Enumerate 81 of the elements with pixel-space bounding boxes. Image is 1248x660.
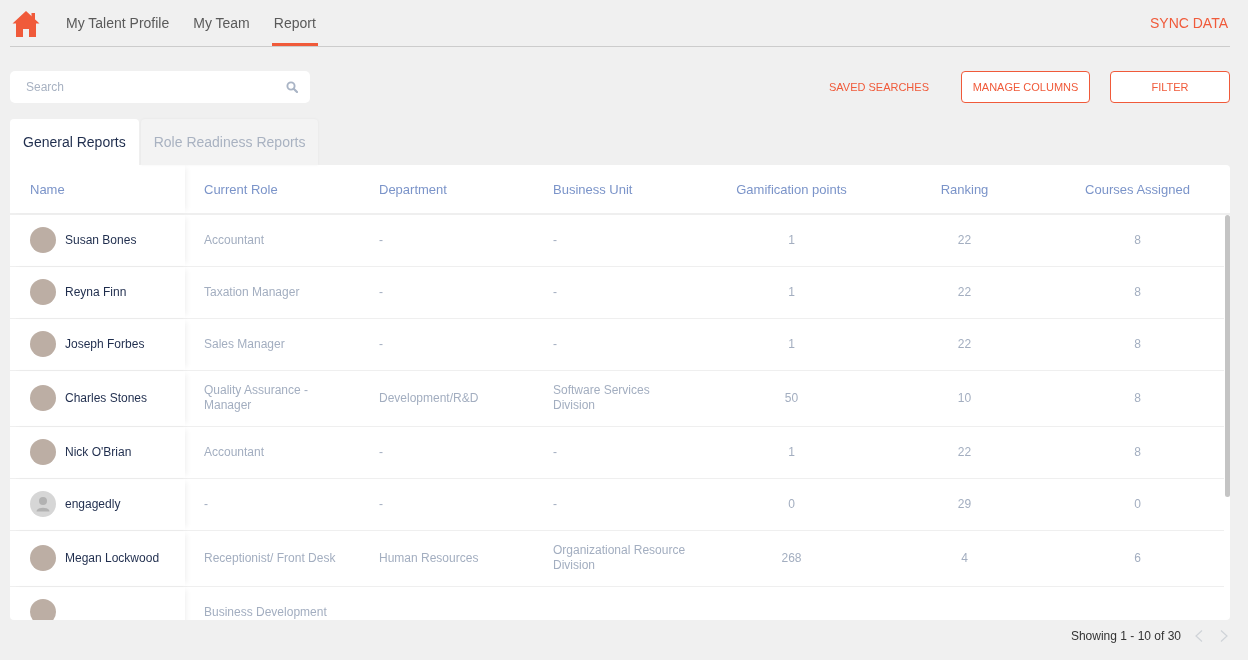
table-cell-text: Organizational Resource Division	[552, 542, 687, 574]
table-cell-text: 22	[956, 283, 973, 301]
table-cell-text: 0	[787, 495, 796, 513]
table-cell-text: 0	[1133, 495, 1142, 513]
nav-link[interactable]: Report	[271, 0, 318, 46]
table-cell-text: 22	[956, 335, 973, 353]
person-name: Susan Bones	[65, 232, 137, 248]
column-header: Department	[378, 180, 448, 199]
table-cell-text: Human Resources	[378, 549, 480, 567]
table-cell-text: 4	[960, 549, 969, 567]
table-cell-text: 1	[787, 231, 796, 249]
avatar-photo	[30, 331, 56, 357]
toolbar-button[interactable]: MANAGE COLUMNS	[961, 71, 1090, 103]
avatar-photo	[30, 279, 56, 305]
chevron-right-icon[interactable]	[1220, 630, 1228, 642]
table-cell-text: Software Services Division	[552, 382, 651, 414]
column-header: Business Unit	[552, 180, 634, 199]
nav-link[interactable]: My Team	[191, 0, 252, 46]
table-cell-text: 6	[1133, 549, 1142, 567]
person-name: engagedly	[65, 496, 121, 512]
avatar-silhouette-icon	[30, 491, 56, 517]
table-cell-text: -	[203, 495, 209, 513]
table-cell-text: Sales Manager	[203, 335, 286, 353]
scrollbar-thumb[interactable]	[1225, 215, 1230, 497]
table-cell-text: Receptionist/ Front Desk	[203, 549, 337, 567]
table-cell-text: -	[552, 335, 558, 353]
table-cell-text: Quality Assurance - Manager	[203, 382, 310, 414]
table-cell-text: -	[552, 495, 558, 513]
table-cell-text: 8	[1133, 389, 1142, 407]
search-field[interactable]: Search	[10, 71, 310, 103]
table-cell-text: 1	[787, 283, 796, 301]
column-header: Gamification points	[735, 180, 848, 199]
table-cell-text: Development/R&D	[378, 389, 480, 407]
report-tab[interactable]: General Reports	[10, 119, 139, 165]
table-cell-text: Accountant	[203, 231, 266, 249]
table-cell-text: -	[552, 283, 558, 301]
table-cell-text: -	[378, 443, 384, 461]
person-name: Megan Lockwood	[65, 550, 160, 566]
avatar-photo	[30, 439, 56, 465]
table-cell-text: 10	[956, 389, 973, 407]
table-cell-text: 268	[780, 549, 803, 567]
table-cell-text: 8	[1133, 283, 1142, 301]
person-name: Charles Stones	[65, 390, 148, 406]
person-name: Joseph Forbes	[65, 336, 145, 352]
saved-searches-link[interactable]: SAVED SEARCHES	[828, 81, 929, 93]
column-header: Courses Assigned	[1084, 180, 1191, 199]
table-cell-text: 1	[787, 443, 796, 461]
table-cell-text: 8	[1133, 335, 1142, 353]
column-header: Name	[10, 165, 185, 213]
table-cell-text: 29	[956, 495, 973, 513]
table-cell-text: -	[378, 335, 384, 353]
avatar-photo	[30, 227, 56, 253]
column-header: Ranking	[939, 180, 990, 199]
pagination-summary: Showing 1 - 10 of 30	[1070, 629, 1181, 643]
table-cell-text: 8	[1133, 231, 1142, 249]
table-cell-text: -	[378, 231, 384, 249]
avatar-photo	[30, 385, 56, 411]
nav-link[interactable]: My Talent Profile	[64, 0, 172, 46]
toolbar-button[interactable]: FILTER	[1110, 71, 1230, 103]
person-name: Reyna Finn	[65, 284, 127, 300]
table-cell-text: -	[552, 443, 558, 461]
table-cell-text: 22	[956, 231, 973, 249]
table-cell-text: -	[378, 283, 384, 301]
table-cell-text: -	[552, 231, 558, 249]
person-name: Nick O'Brian	[65, 444, 132, 460]
table-cell-text: -	[378, 495, 384, 513]
search-icon	[286, 81, 298, 93]
avatar-photo	[30, 545, 56, 571]
column-header: Current Role	[203, 180, 279, 199]
chevron-left-icon[interactable]	[1195, 630, 1203, 642]
table-cell-text: Business Development	[203, 603, 328, 620]
home-icon[interactable]	[12, 9, 40, 37]
table-cell-text: 22	[956, 443, 973, 461]
avatar-photo	[30, 599, 56, 620]
sync-data-link[interactable]: SYNC DATA	[1147, 15, 1230, 31]
table-cell-text: Accountant	[203, 443, 266, 461]
table-cell-text: Taxation Manager	[203, 283, 301, 301]
table-cell-text: 50	[783, 389, 800, 407]
table-cell-text: 1	[787, 335, 796, 353]
report-tab[interactable]: Role Readiness Reports	[140, 119, 319, 165]
table-cell-text: 8	[1133, 443, 1142, 461]
